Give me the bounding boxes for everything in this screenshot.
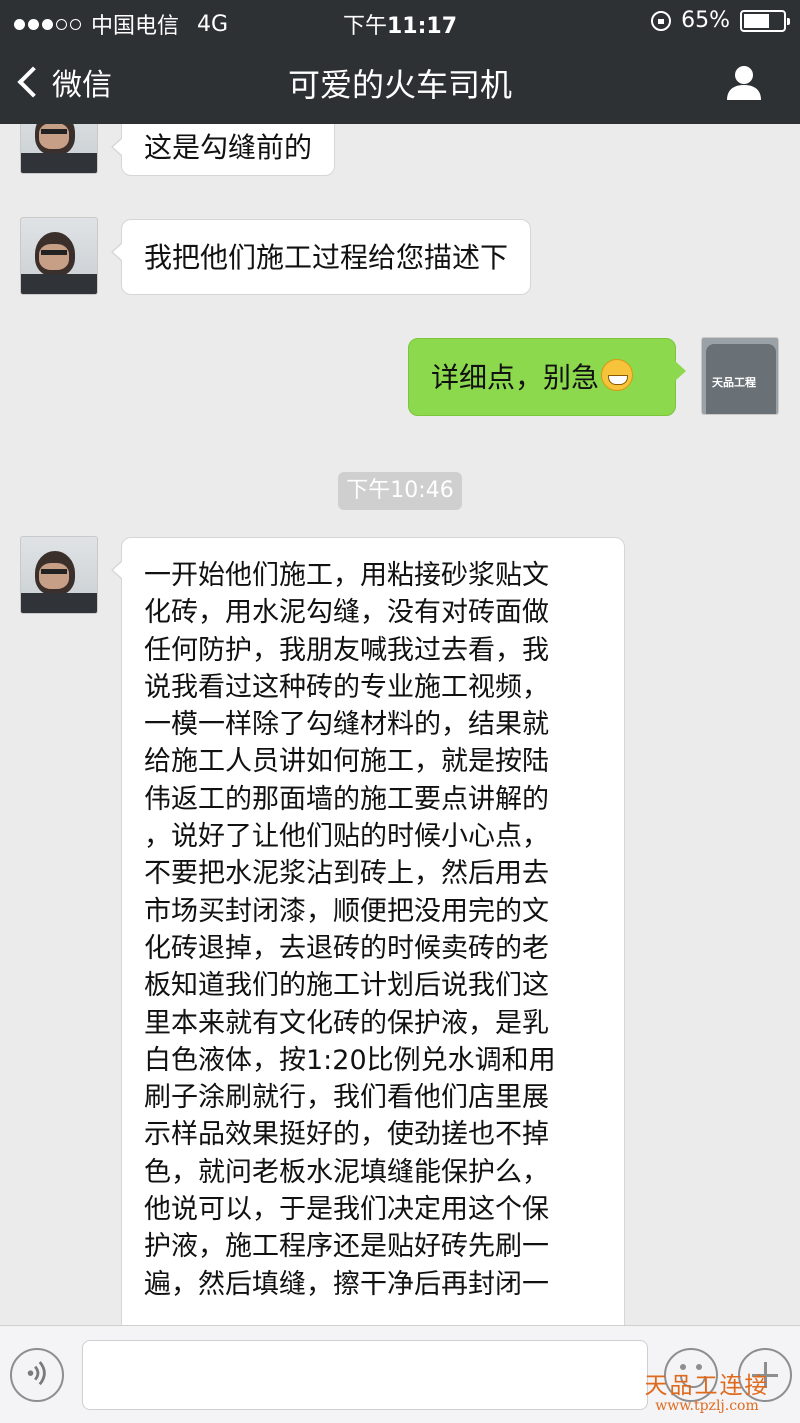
chat-title: 可爱的火车司机	[287, 66, 512, 104]
rotation-lock-icon	[651, 10, 672, 31]
chat-area[interactable]: 这是勾缝前的 我把他们施工过程给您描述下 详细点，别急 天品工程 下午10:46…	[0, 124, 800, 1325]
avatar-logo-text: 天品工程	[712, 376, 756, 389]
watermark-url: www.tpzlj.com	[655, 1398, 759, 1414]
my-avatar[interactable]: 天品工程	[701, 337, 779, 415]
battery-percent: 65%	[681, 8, 730, 33]
battery-icon	[740, 9, 790, 32]
message-bubble[interactable]: 一开始他们施工，用粘接砂浆贴文 化砖，用水泥勾缝，没有对砖面做 任何防护，我朋友…	[111, 537, 625, 1325]
voice-button[interactable]	[10, 1348, 64, 1402]
message-input[interactable]	[82, 1340, 648, 1410]
top-bar: 中国电信 4G 下午11:17 65% 微信 可爱的火车司机	[0, 0, 800, 124]
status-bar: 中国电信 4G 下午11:17 65%	[0, 0, 800, 40]
clock-time: 11:17	[386, 14, 458, 39]
message-bubble[interactable]: 这是勾缝前的	[110, 124, 336, 176]
message-bubble[interactable]: 我把他们施工过程给您描述下	[110, 219, 532, 295]
watermark: 天品工连接 www.tpzlj.com	[622, 1366, 792, 1414]
timestamp-badge: 下午10:46	[338, 472, 462, 510]
contact-avatar[interactable]	[20, 217, 98, 295]
message-text: 这是勾缝前的	[144, 131, 313, 164]
battery-fill	[744, 13, 769, 28]
watermark-title: 天品工连接	[644, 1373, 770, 1399]
contact-avatar[interactable]	[20, 124, 98, 174]
person-icon[interactable]	[724, 62, 764, 102]
clock-period: 下午	[342, 14, 387, 39]
nav-bar: 微信 可爱的火车司机	[0, 40, 800, 124]
my-message-bubble[interactable]: 详细点，别急	[408, 338, 686, 416]
grin-emoji-icon	[601, 359, 634, 391]
voice-icon	[27, 1361, 46, 1386]
message-text: 详细点，别急	[431, 361, 600, 394]
status-right: 65%	[651, 8, 790, 33]
message-text: 一开始他们施工，用粘接砂浆贴文 化砖，用水泥勾缝，没有对砖面做 任何防护，我朋友…	[144, 560, 556, 1300]
message-text: 我把他们施工过程给您描述下	[144, 241, 509, 274]
contact-avatar[interactable]	[20, 536, 98, 614]
